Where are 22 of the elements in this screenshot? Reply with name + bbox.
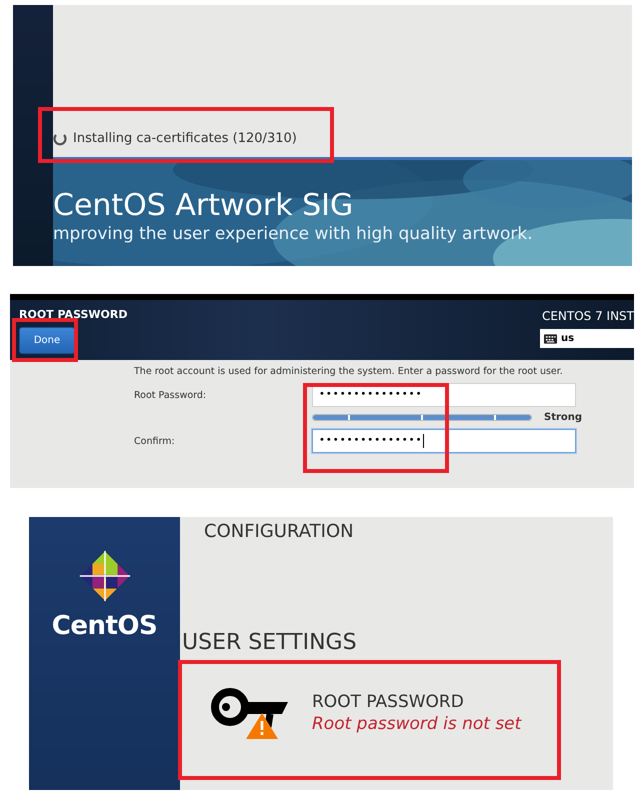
done-button[interactable]: Done bbox=[19, 327, 75, 354]
section-heading: CONFIGURATION bbox=[203, 520, 355, 542]
keyboard-icon bbox=[544, 334, 557, 344]
progress-status: Installing ca-certificates (120/310) bbox=[73, 131, 297, 146]
keyboard-layout-field[interactable]: us bbox=[540, 329, 634, 348]
screen-title: ROOT PASSWORD bbox=[19, 308, 128, 321]
root-password-spoke[interactable]: ROOT PASSWORD Root password is not set bbox=[210, 683, 613, 743]
field-label: Confirm: bbox=[134, 436, 176, 446]
spoke-status: Root password is not set bbox=[312, 714, 522, 734]
strength-label: Strong bbox=[544, 412, 582, 422]
field-label: Root Password: bbox=[134, 390, 208, 400]
banner-subtitle: mproving the user experience with high quality artwork. bbox=[53, 224, 534, 244]
highlight-frame bbox=[12, 318, 78, 362]
password-field[interactable]: ••••••••••••••• bbox=[312, 429, 576, 453]
logo-text: CentOS bbox=[52, 611, 158, 641]
description-text: The root account is used for administering the system. Enter a password for the root user. bbox=[134, 366, 564, 377]
spoke-title: ROOT PASSWORD bbox=[312, 692, 465, 712]
password-field[interactable]: ••••••••••••••• bbox=[312, 383, 576, 407]
category-heading: USER SETTINGS bbox=[181, 630, 358, 655]
banner-title: CentOS Artwork SIG bbox=[53, 188, 354, 224]
spinner-icon bbox=[53, 132, 67, 146]
product-title: CENTOS 7 INST bbox=[542, 309, 634, 323]
